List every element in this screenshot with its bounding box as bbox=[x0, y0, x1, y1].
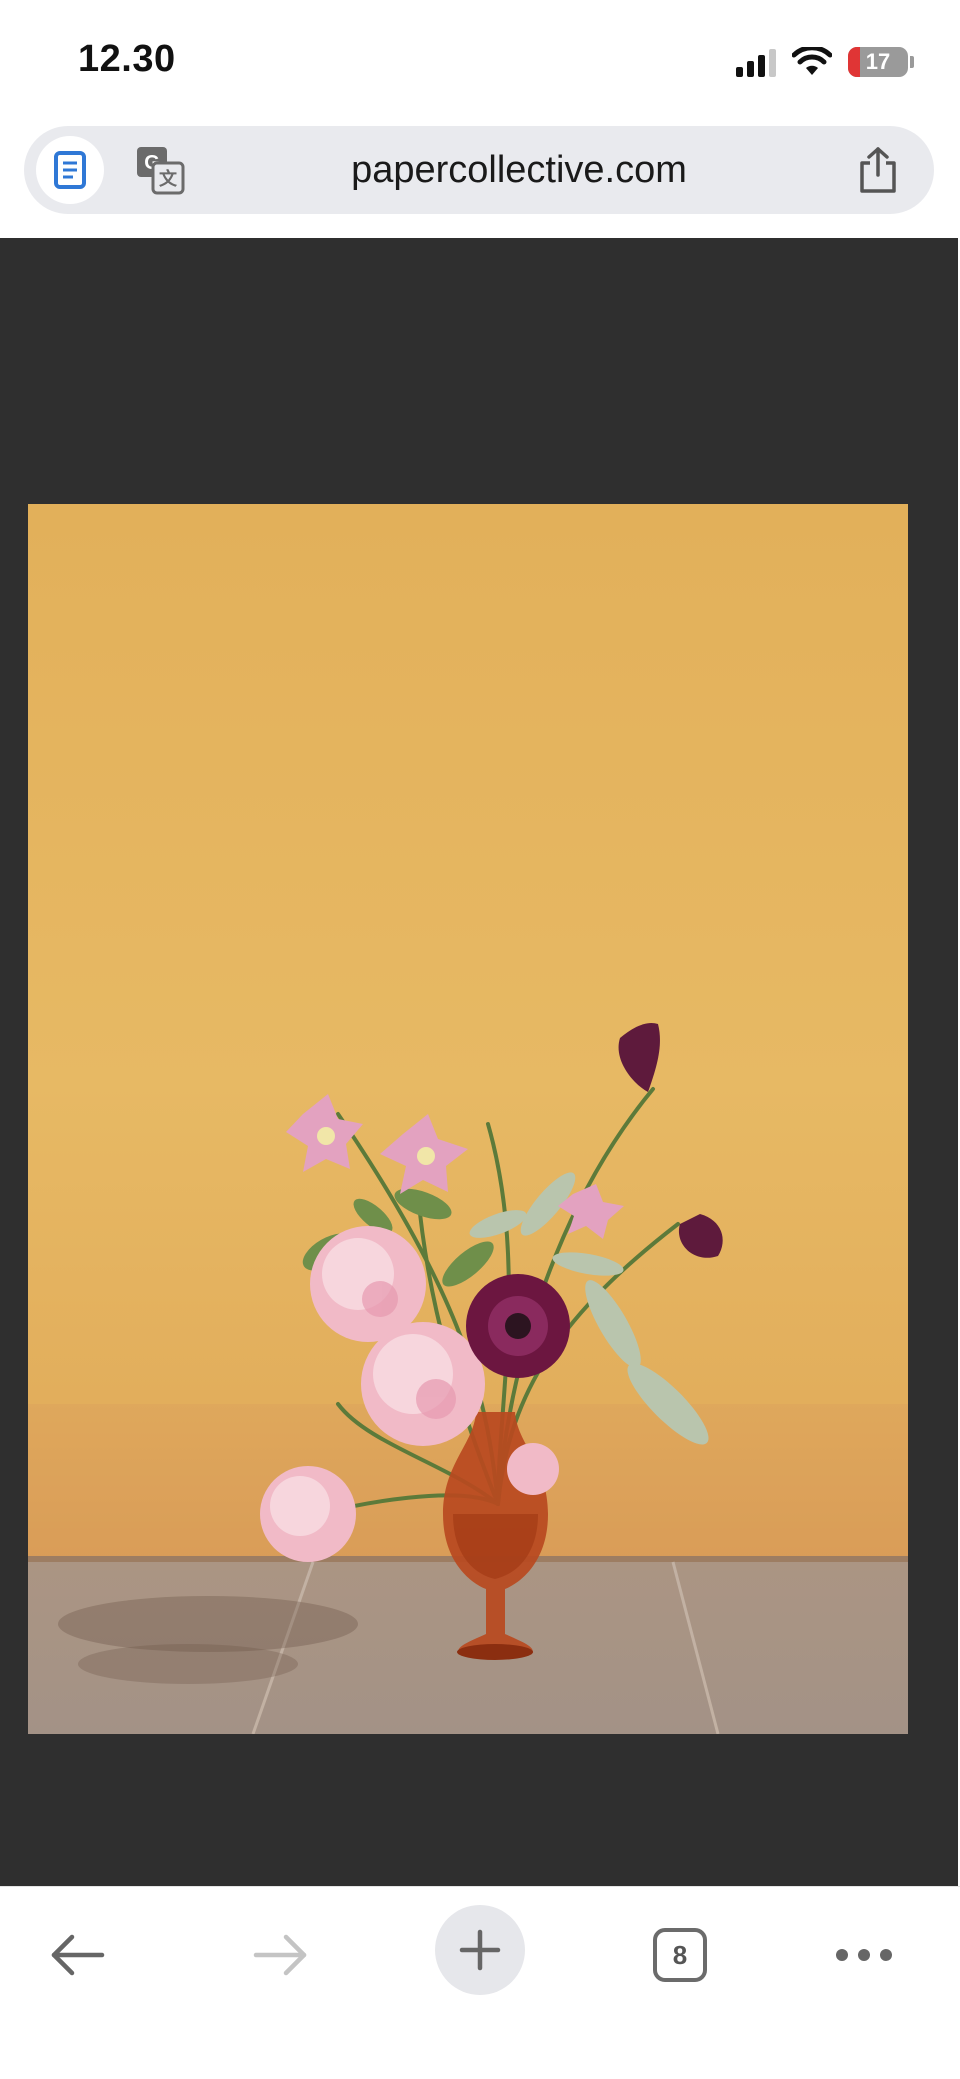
cellular-signal-icon bbox=[736, 47, 776, 77]
url-text[interactable]: papercollective.com bbox=[204, 126, 834, 214]
battery-cap bbox=[910, 56, 914, 68]
forward-arrow-icon bbox=[253, 1934, 307, 1976]
document-icon bbox=[54, 151, 86, 189]
battery-level: 17 bbox=[865, 49, 891, 74]
new-tab-button[interactable] bbox=[435, 1905, 525, 1995]
battery-icon: 17 bbox=[848, 47, 908, 77]
tabs-button[interactable]: 8 bbox=[632, 1907, 728, 2003]
more-button[interactable] bbox=[816, 1907, 912, 2003]
wifi-icon bbox=[792, 47, 832, 75]
share-button[interactable] bbox=[852, 144, 904, 196]
back-button[interactable] bbox=[30, 1907, 126, 2003]
more-icon bbox=[836, 1949, 892, 1961]
status-bar: 12.30 17 bbox=[0, 0, 960, 120]
back-arrow-icon bbox=[51, 1934, 105, 1976]
web-page-viewport[interactable] bbox=[0, 238, 960, 1886]
share-icon bbox=[860, 147, 896, 193]
browser-toolbar: 8 bbox=[0, 1886, 960, 2079]
plus-icon bbox=[459, 1929, 501, 1971]
reader-mode-button[interactable] bbox=[36, 136, 104, 204]
tabs-icon: 8 bbox=[653, 1928, 707, 1982]
flower-vase-artwork[interactable] bbox=[28, 504, 908, 1734]
address-bar[interactable]: G 文 papercollective.com bbox=[24, 126, 934, 214]
translate-icon: G 文 bbox=[137, 147, 185, 195]
translate-button[interactable]: G 文 bbox=[132, 142, 188, 198]
svg-text:文: 文 bbox=[159, 168, 178, 189]
tabs-count: 8 bbox=[672, 1939, 688, 1970]
status-icons: 17 bbox=[736, 44, 914, 80]
status-time: 12.30 bbox=[78, 38, 176, 80]
forward-button[interactable] bbox=[232, 1907, 328, 2003]
